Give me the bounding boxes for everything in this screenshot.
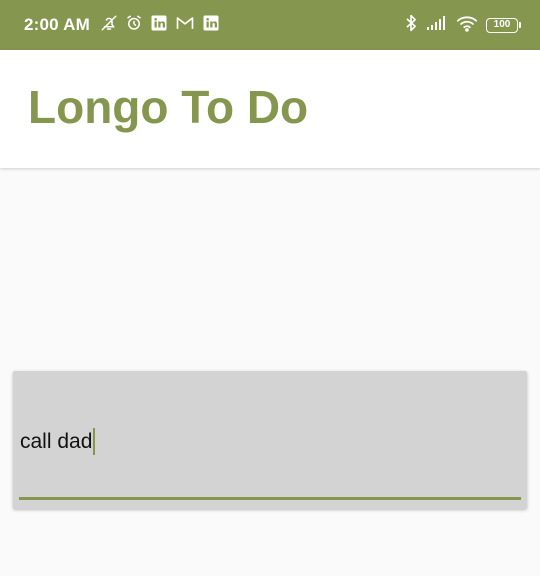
gmail-icon — [175, 14, 195, 36]
linkedin-icon — [150, 14, 168, 36]
bluetooth-icon — [404, 14, 418, 36]
status-time: 2:00 AM — [24, 15, 90, 34]
todo-input-value: call dad — [20, 429, 93, 453]
app-title: Longo To Do — [28, 81, 309, 133]
notifications-off-icon — [100, 14, 118, 36]
linkedin-icon — [202, 14, 220, 36]
system-icons: 100 — [404, 14, 521, 36]
alarm-icon — [125, 14, 143, 36]
todo-input-field[interactable]: call dad — [19, 371, 521, 500]
cell-signal-icon — [426, 15, 448, 35]
app-bar: Longo To Do — [0, 50, 540, 168]
wifi-icon — [456, 15, 478, 36]
battery-icon: 100 — [486, 17, 521, 33]
text-caret — [93, 428, 96, 455]
todo-input-card: call dad — [13, 371, 527, 509]
status-bar: 2:00 AM 100 — [0, 0, 540, 50]
battery-level: 100 — [493, 19, 511, 30]
notification-icons — [100, 14, 220, 36]
todo-input-text[interactable]: call dad — [20, 428, 96, 455]
